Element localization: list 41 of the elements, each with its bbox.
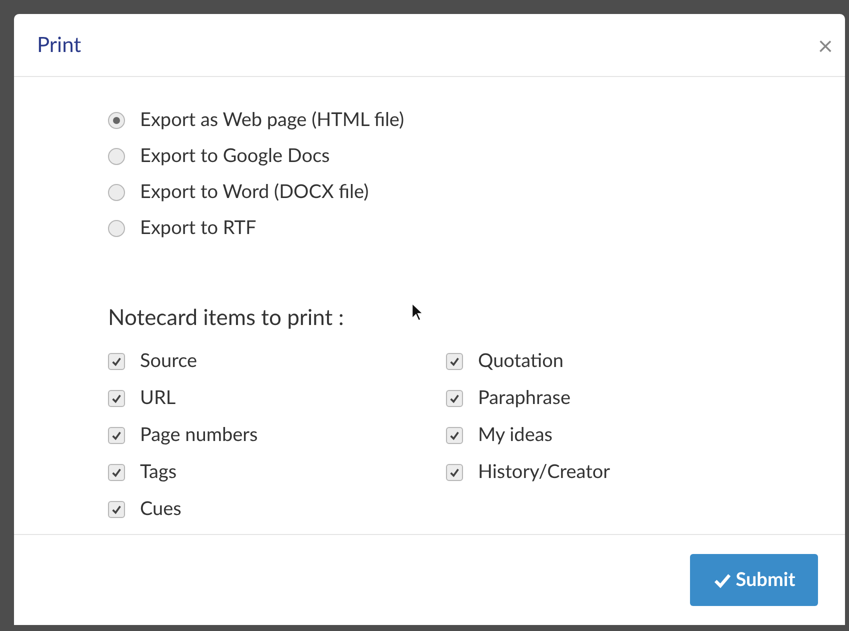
option-label: Export to RTF [140, 214, 256, 241]
check-mark-icon [111, 504, 122, 515]
checkbox-label: Source [140, 348, 198, 374]
checkbox-label: URL [140, 385, 176, 412]
checkbox[interactable] [446, 390, 463, 407]
option-label: Export as Web page (HTML file) [140, 106, 404, 133]
cursor-icon [411, 302, 424, 322]
checkbox-label: Tags [140, 459, 177, 486]
checkbox-label: Cues [140, 496, 182, 522]
radio-button[interactable] [108, 184, 125, 200]
checkbox[interactable] [446, 353, 463, 370]
check-mark-icon [449, 356, 460, 367]
option-label: Export to Word (DOCX file) [140, 178, 369, 205]
radio-button[interactable] [108, 220, 125, 236]
checkbox-label: Page numbers [140, 422, 258, 448]
check-mark-icon [449, 430, 460, 441]
dialog-title: Print [37, 31, 82, 60]
checkbox-label: Paraphrase [478, 385, 570, 412]
check-icon [712, 572, 732, 588]
check-mark-icon [449, 393, 460, 404]
option-label: Export to Google Docs [140, 142, 330, 169]
checkbox[interactable] [108, 427, 125, 444]
checkbox[interactable] [446, 464, 463, 481]
checkbox[interactable] [108, 464, 125, 481]
close-button[interactable]: × [818, 32, 833, 58]
check-mark-icon [111, 430, 122, 441]
checkbox-label: Quotation [478, 348, 564, 374]
checkbox[interactable] [446, 427, 463, 444]
submit-button[interactable]: Submit [690, 554, 818, 606]
check-mark-icon [111, 393, 122, 404]
checkbox[interactable] [108, 501, 125, 518]
radio-button[interactable] [108, 148, 125, 164]
checkbox[interactable] [108, 353, 125, 370]
checkbox-label: History/Creator [478, 459, 610, 486]
check-mark-icon [449, 467, 460, 478]
radio-button[interactable] [108, 112, 125, 128]
check-mark-icon [111, 356, 122, 367]
checkbox-label: My ideas [478, 422, 553, 448]
section-heading: Notecard items to print : [108, 302, 344, 332]
check-mark-icon [111, 467, 122, 478]
checkbox[interactable] [108, 390, 125, 407]
